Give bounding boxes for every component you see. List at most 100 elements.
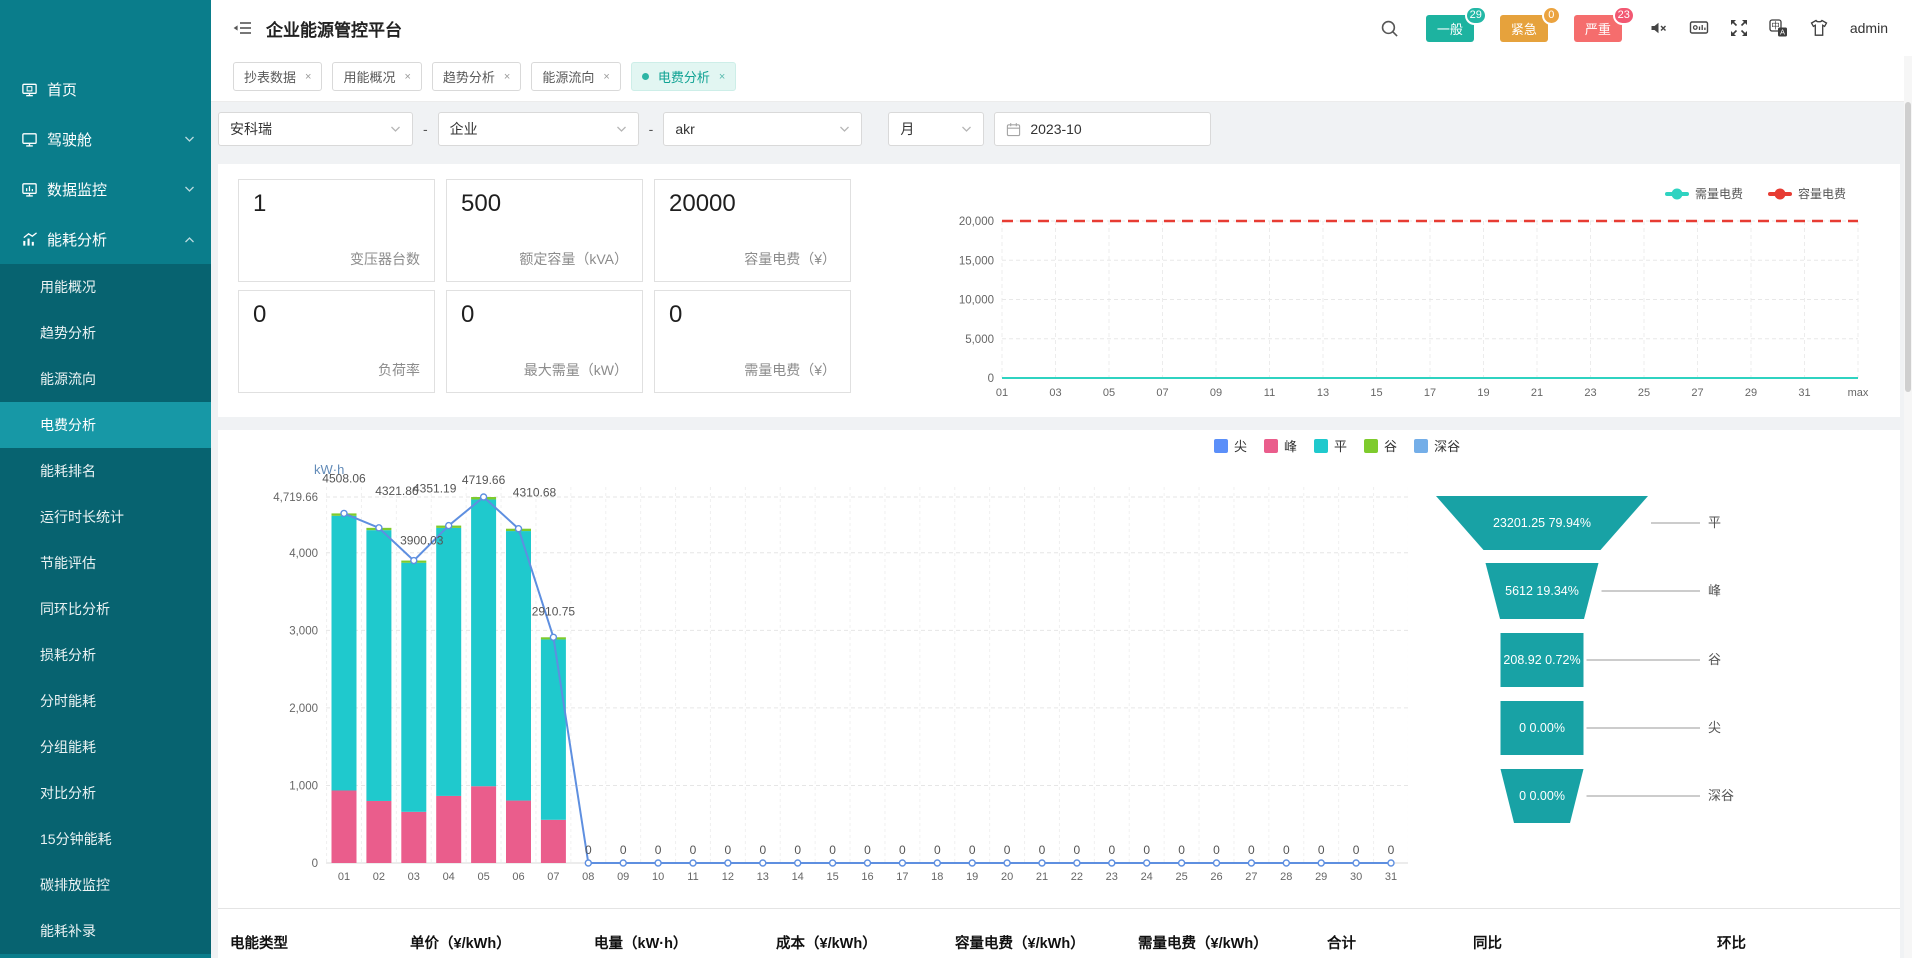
tab-close-icon[interactable]: × xyxy=(305,71,311,83)
type-select[interactable]: 企业 xyxy=(438,112,639,146)
svg-text:3,000: 3,000 xyxy=(289,625,318,637)
tabbar: 抄表数据×用能概况×趋势分析×能源流向×电费分析× xyxy=(211,56,1912,102)
sidebar-menu: 首页驾驶舱数据监控能耗分析用能概况趋势分析能源流向电费分析能耗排名运行时长统计节… xyxy=(0,64,211,954)
svg-text:0: 0 xyxy=(1178,843,1185,857)
chevron-down-icon xyxy=(390,126,401,133)
sidebar-subitem-label: 能耗排名 xyxy=(40,461,96,481)
alarm-badge-label: 紧急 xyxy=(1511,22,1537,37)
scrollbar-track[interactable] xyxy=(1904,56,1912,958)
station-select[interactable]: 安科瑞 xyxy=(218,112,413,146)
svg-text:12: 12 xyxy=(722,871,734,883)
tab-close-icon[interactable]: × xyxy=(504,71,510,83)
svg-text:31: 31 xyxy=(1798,387,1810,399)
sidebar-subitem-趋势分析[interactable]: 趋势分析 xyxy=(0,310,211,356)
user-name[interactable]: admin xyxy=(1850,20,1888,36)
svg-text:23: 23 xyxy=(1584,387,1596,399)
sidebar-subitem-15分钟能耗[interactable]: 15分钟能耗 xyxy=(0,816,211,862)
tab-close-icon[interactable]: × xyxy=(719,71,725,83)
svg-text:06: 06 xyxy=(512,871,524,883)
alarm-badge-严重[interactable]: 严重23 xyxy=(1574,15,1622,42)
svg-text:20: 20 xyxy=(1001,871,1013,883)
alarm-badge-label: 严重 xyxy=(1585,22,1611,37)
dashboard-icon xyxy=(21,131,38,148)
table-header-cell: 同比 xyxy=(1473,932,1717,953)
fullscreen-icon[interactable] xyxy=(1730,19,1748,37)
sidebar-subitem-节能评估[interactable]: 节能评估 xyxy=(0,540,211,586)
search-icon[interactable] xyxy=(1380,19,1399,38)
date-picker-value: 2023-10 xyxy=(1030,121,1081,137)
svg-text:0: 0 xyxy=(934,843,941,857)
sidebar-subitem-运行时长统计[interactable]: 运行时长统计 xyxy=(0,494,211,540)
svg-text:03: 03 xyxy=(408,871,420,883)
tab-close-icon[interactable]: × xyxy=(603,71,609,83)
svg-text:27: 27 xyxy=(1691,387,1703,399)
svg-text:0: 0 xyxy=(1213,843,1220,857)
svg-text:02: 02 xyxy=(373,871,385,883)
period-select-value: 月 xyxy=(900,119,914,139)
node-select[interactable]: akr xyxy=(663,112,862,146)
sidebar-subitem-损耗分析[interactable]: 损耗分析 xyxy=(0,632,211,678)
tab-能源流向[interactable]: 能源流向× xyxy=(531,62,620,91)
svg-text:0: 0 xyxy=(312,858,318,870)
svg-text:08: 08 xyxy=(582,871,594,883)
svg-text:13: 13 xyxy=(757,871,769,883)
sidebar-subitem-能源流向[interactable]: 能源流向 xyxy=(0,356,211,402)
svg-text:21: 21 xyxy=(1036,871,1048,883)
svg-text:max: max xyxy=(1848,387,1869,399)
sidebar-item-label: 驾驶舱 xyxy=(47,129,92,150)
svg-text:19: 19 xyxy=(1477,387,1489,399)
sidebar-subitem-同环比分析[interactable]: 同环比分析 xyxy=(0,586,211,632)
sidebar-subitem-碳排放监控[interactable]: 碳排放监控 xyxy=(0,862,211,908)
topbar-right: 一般29 紧急0 严重23 中A admin xyxy=(1380,15,1888,42)
table-header-cell: 电能类型 xyxy=(230,932,410,953)
svg-text:01: 01 xyxy=(996,387,1008,399)
svg-text:1,000: 1,000 xyxy=(289,780,318,792)
sidebar-subitem-对比分析[interactable]: 对比分析 xyxy=(0,770,211,816)
svg-text:5612 19.34%: 5612 19.34% xyxy=(1505,584,1579,598)
sidebar-subitem-分组能耗[interactable]: 分组能耗 xyxy=(0,724,211,770)
svg-text:10: 10 xyxy=(652,871,664,883)
period-select[interactable]: 月 xyxy=(888,112,984,146)
mute-icon[interactable] xyxy=(1649,19,1668,37)
sidebar-item-label: 能耗分析 xyxy=(47,229,107,250)
svg-text:2910.75: 2910.75 xyxy=(532,604,576,618)
sidebar-item-能耗分析[interactable]: 能耗分析 xyxy=(0,214,211,264)
svg-text:15: 15 xyxy=(1370,387,1382,399)
table-header-cell: 需量电费（¥/kWh） xyxy=(1138,932,1327,953)
svg-text:深谷: 深谷 xyxy=(1708,788,1734,803)
scrollbar-thumb[interactable] xyxy=(1905,102,1911,392)
tab-label: 趋势分析 xyxy=(443,67,495,86)
theme-icon[interactable] xyxy=(1809,19,1829,37)
filter-separator: - xyxy=(423,121,428,137)
sidebar-collapse-icon[interactable] xyxy=(233,19,252,37)
alarm-badge-紧急[interactable]: 紧急0 xyxy=(1500,15,1548,42)
charts-row: 尖峰平谷深谷 4,719.664,0003,0002,0001,0000kW·h… xyxy=(218,430,1900,908)
svg-text:28: 28 xyxy=(1280,871,1292,883)
sidebar-item-数据监控[interactable]: 数据监控 xyxy=(0,164,211,214)
sidebar-item-首页[interactable]: 首页 xyxy=(0,64,211,114)
tab-close-icon[interactable]: × xyxy=(404,71,410,83)
filter-separator: - xyxy=(649,121,654,137)
svg-text:15: 15 xyxy=(826,871,838,883)
alarm-badge-一般[interactable]: 一般29 xyxy=(1426,15,1474,42)
sidebar-subitem-label: 分时能耗 xyxy=(40,691,96,711)
table-header-cell: 环比 xyxy=(1717,932,1837,953)
tab-电费分析[interactable]: 电费分析× xyxy=(631,62,736,91)
tab-抄表数据[interactable]: 抄表数据× xyxy=(233,62,322,91)
sidebar-subitem-分时能耗[interactable]: 分时能耗 xyxy=(0,678,211,724)
svg-text:4719.66: 4719.66 xyxy=(462,473,506,487)
app-root: 首页驾驶舱数据监控能耗分析用能概况趋势分析能源流向电费分析能耗排名运行时长统计节… xyxy=(0,0,1912,958)
svg-text:09: 09 xyxy=(617,871,629,883)
sidebar-subitem-能耗排名[interactable]: 能耗排名 xyxy=(0,448,211,494)
tab-用能概况[interactable]: 用能概况× xyxy=(332,62,421,91)
sidebar-subitem-能耗补录[interactable]: 能耗补录 xyxy=(0,908,211,954)
sidebar-subitem-用能概况[interactable]: 用能概况 xyxy=(0,264,211,310)
translate-icon[interactable]: 中A xyxy=(1769,19,1788,37)
svg-text:17: 17 xyxy=(896,871,908,883)
svg-text:需量电费: 需量电费 xyxy=(1695,187,1743,201)
screen-icon[interactable] xyxy=(1689,19,1709,37)
sidebar-subitem-电费分析[interactable]: 电费分析 xyxy=(0,402,211,448)
date-picker[interactable]: 2023-10 xyxy=(994,112,1211,146)
tab-趋势分析[interactable]: 趋势分析 × xyxy=(432,62,521,91)
sidebar-item-驾驶舱[interactable]: 驾驶舱 xyxy=(0,114,211,164)
